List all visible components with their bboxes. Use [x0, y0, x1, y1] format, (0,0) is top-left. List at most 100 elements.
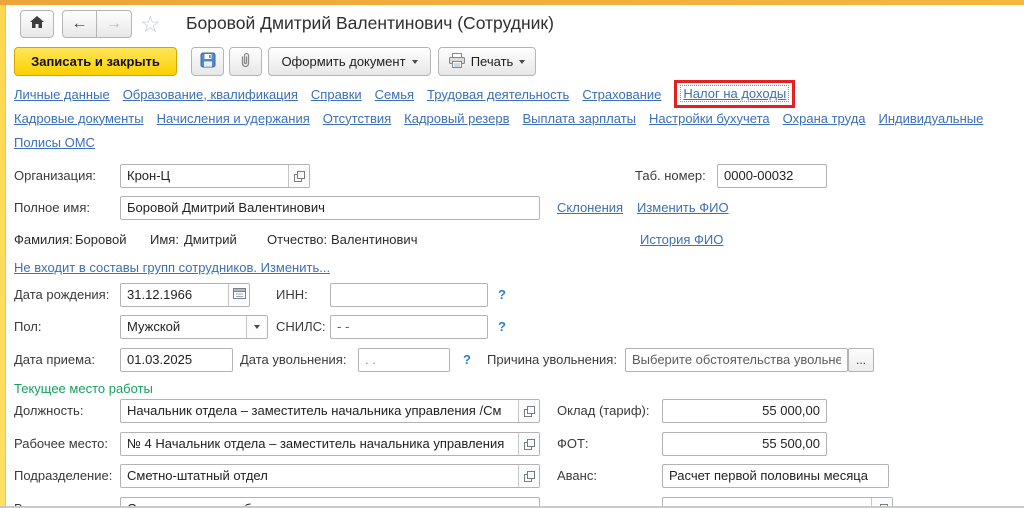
tab-personal-data[interactable]: Личные данные	[14, 87, 110, 102]
tab-work-activity[interactable]: Трудовая деятельность	[427, 87, 569, 102]
fire-reason-label: Причина увольнения:	[487, 352, 617, 367]
name-label: Имя:	[150, 232, 179, 247]
tab-family[interactable]: Семья	[375, 87, 414, 102]
inn-input[interactable]	[330, 283, 488, 307]
department-input[interactable]: Сметно-штатный отдел	[120, 464, 540, 488]
tab-labor-protection[interactable]: Охрана труда	[783, 111, 866, 126]
open-icon	[523, 405, 535, 417]
inn-help-link[interactable]: ?	[498, 283, 506, 307]
snils-help-link[interactable]: ?	[498, 315, 506, 339]
print-button[interactable]: Печать	[438, 47, 536, 76]
position-input[interactable]: Начальник отдела – заместитель начальник…	[120, 399, 540, 423]
nav-row-3: Полисы ОМС	[14, 132, 1024, 152]
change-fio-link[interactable]: Изменить ФИО	[637, 196, 729, 220]
tab-oms-policies[interactable]: Полисы ОМС	[14, 135, 95, 150]
fire-date-label: Дата увольнения:	[240, 352, 347, 367]
snils-input[interactable]: - -	[330, 315, 488, 339]
current-job-section-title: Текущее место работы	[14, 381, 153, 396]
nav-row-1: Личные данные Образование, квалификация …	[14, 80, 1024, 108]
position-label: Должность:	[14, 403, 84, 418]
back-button[interactable]: ←	[62, 10, 97, 38]
advance-input[interactable]: Расчет первой половины месяца	[662, 464, 889, 488]
favorite-star-icon[interactable]: ☆	[140, 13, 161, 36]
make-document-label: Оформить документ	[281, 54, 406, 69]
snils-label: СНИЛС:	[276, 319, 326, 334]
tab-education[interactable]: Образование, квалификация	[123, 87, 298, 102]
workplace-input[interactable]: № 4 Начальник отдела – заместитель начал…	[120, 432, 540, 456]
tab-salary-payment[interactable]: Выплата зарплаты	[522, 111, 636, 126]
advance-value: Расчет первой половины месяца	[669, 468, 868, 483]
sex-select[interactable]: Мужской	[120, 315, 268, 339]
salary-input[interactable]: 55 000,00	[662, 399, 827, 423]
inn-label: ИНН:	[276, 287, 308, 302]
fot-label: ФОТ:	[557, 436, 589, 451]
snils-value: - -	[337, 319, 350, 334]
sex-dropdown-button[interactable]	[246, 316, 267, 338]
red-highlight-box: Налог на доходы	[674, 80, 796, 108]
fio-history-link[interactable]: История ФИО	[640, 228, 723, 252]
home-icon	[29, 15, 45, 34]
full-name-label: Полное имя:	[14, 200, 90, 215]
tab-hr-documents[interactable]: Кадровые документы	[14, 111, 144, 126]
open-position-icon[interactable]	[518, 400, 539, 422]
birth-date-label: Дата рождения:	[14, 287, 110, 302]
birth-date-input[interactable]: 31.12.1966	[120, 283, 250, 307]
tab-absences[interactable]: Отсутствия	[323, 111, 391, 126]
forward-button[interactable]: →	[97, 10, 132, 38]
arrow-left-icon: ←	[71, 15, 88, 32]
calendar-button[interactable]	[228, 284, 249, 306]
tab-income-tax[interactable]: Налог на доходы	[680, 85, 790, 102]
advance-label: Аванс:	[557, 468, 597, 483]
full-name-input[interactable]: Боровой Дмитрий Валентинович	[120, 196, 540, 220]
floppy-save-icon	[200, 52, 216, 71]
fire-date-value: . .	[365, 352, 376, 367]
organization-input[interactable]: Крон-Ц	[120, 164, 310, 188]
fire-reason-input[interactable]: Выберите обстоятельства увольнени	[625, 348, 848, 372]
declension-link[interactable]: Склонения	[557, 196, 623, 220]
window-left-border	[0, 5, 6, 508]
save-and-close-label: Записать и закрыть	[31, 54, 160, 69]
fire-date-help-link[interactable]: ?	[463, 348, 471, 372]
tab-personnel-reserve[interactable]: Кадровый резерв	[404, 111, 509, 126]
open-workplace-icon[interactable]	[518, 433, 539, 455]
open-icon	[293, 170, 305, 182]
nav-row-2: Кадровые документы Начисления и удержани…	[14, 108, 1024, 128]
open-organization-icon[interactable]	[288, 165, 309, 187]
window-top-border	[0, 0, 1024, 5]
open-department-icon[interactable]	[518, 465, 539, 487]
tab-certificates[interactable]: Справки	[311, 87, 362, 102]
tab-number-input[interactable]: 0000-00032	[717, 164, 827, 188]
print-label: Печать	[470, 54, 514, 69]
paperclip-icon	[239, 52, 252, 72]
department-value: Сметно-штатный отдел	[127, 468, 268, 483]
tab-insurance[interactable]: Страхование	[582, 87, 661, 102]
tab-accounting-settings[interactable]: Настройки бухучета	[649, 111, 770, 126]
calendar-icon	[232, 284, 246, 306]
chevron-down-icon	[254, 325, 260, 329]
printer-icon	[448, 52, 465, 71]
fot-input[interactable]: 55 500,00	[662, 432, 827, 456]
save-and-close-button[interactable]: Записать и закрыть	[14, 47, 177, 76]
tab-number-value: 0000-00032	[724, 168, 794, 183]
name-value: Дмитрий	[184, 232, 237, 247]
organization-value: Крон-Ц	[127, 168, 171, 183]
fire-reason-more-button[interactable]: ...	[848, 348, 874, 372]
fire-date-input[interactable]: . .	[358, 348, 450, 372]
workplace-value: № 4 Начальник отдела – заместитель начал…	[127, 436, 505, 451]
hire-date-label: Дата приема:	[14, 352, 95, 367]
home-button[interactable]	[20, 10, 54, 38]
employee-groups-link[interactable]: Не входит в составы групп сотрудников. И…	[14, 256, 330, 280]
save-button[interactable]	[191, 47, 224, 76]
full-name-value: Боровой Дмитрий Валентинович	[127, 200, 325, 215]
chevron-down-icon	[519, 59, 526, 64]
tab-accruals-deductions[interactable]: Начисления и удержания	[157, 111, 310, 126]
organization-label: Организация:	[14, 168, 97, 183]
page-title: Боровой Дмитрий Валентинович (Сотрудник)	[186, 13, 554, 33]
salary-label: Оклад (тариф):	[557, 403, 650, 418]
make-document-button[interactable]: Оформить документ	[268, 47, 431, 76]
tab-individual[interactable]: Индивидуальные	[879, 111, 984, 126]
surname-label: Фамилия:	[14, 232, 73, 247]
sex-value: Мужской	[127, 319, 181, 334]
attachments-button[interactable]	[229, 47, 262, 76]
hire-date-input[interactable]: 01.03.2025	[120, 348, 233, 372]
